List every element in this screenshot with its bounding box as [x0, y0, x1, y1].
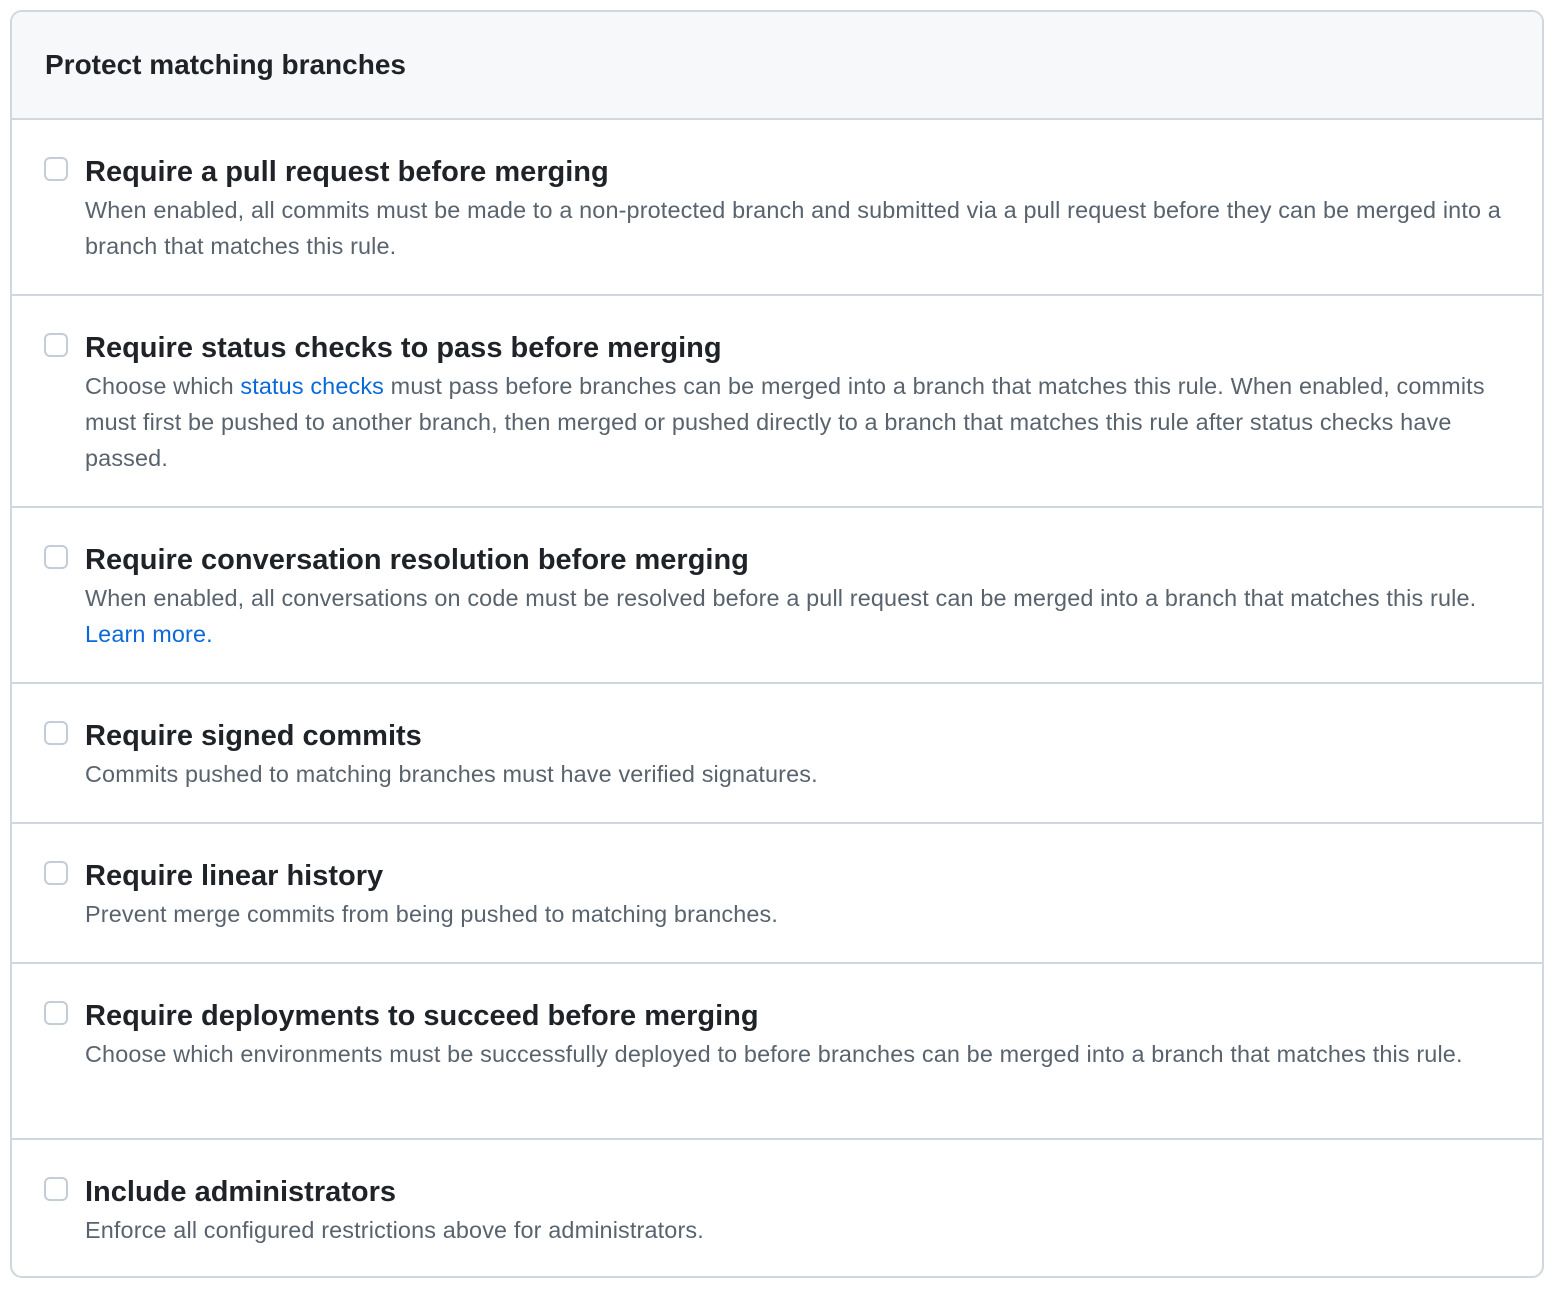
rule-description: Choose which environments must be succes…: [85, 1041, 1463, 1067]
require-linear-history-checkbox[interactable]: [44, 861, 68, 885]
rule-description: Commits pushed to matching branches must…: [85, 761, 818, 787]
rule-body: Require deployments to succeed before me…: [85, 998, 1502, 1072]
rule-require-linear-history: Require linear history Prevent merge com…: [12, 824, 1542, 964]
rule-body: Require linear history Prevent merge com…: [85, 858, 1502, 932]
rule-title: Require status checks to pass before mer…: [85, 332, 722, 364]
rule-description: When enabled, all commits must be made t…: [85, 197, 1501, 259]
rule-body: Require status checks to pass before mer…: [85, 330, 1502, 476]
status-checks-link[interactable]: status checks: [240, 373, 384, 399]
require-deployments-checkbox[interactable]: [44, 1001, 68, 1025]
rule-description: Enforce all configured restrictions abov…: [85, 1217, 704, 1243]
description-text: When enabled, all conversations on code …: [85, 585, 1477, 611]
rule-title: Require conversation resolution before m…: [85, 544, 749, 576]
rule-description: Prevent merge commits from being pushed …: [85, 901, 779, 927]
require-status-checks-checkbox[interactable]: [44, 333, 68, 357]
rule-require-status-checks: Require status checks to pass before mer…: [12, 296, 1542, 508]
learn-more-link[interactable]: Learn more.: [85, 621, 213, 647]
protect-branches-panel: Protect matching branches Require a pull…: [10, 10, 1544, 1278]
rule-title: Require deployments to succeed before me…: [85, 1000, 759, 1032]
rule-require-pull-request: Require a pull request before merging Wh…: [12, 120, 1542, 296]
rule-title: Require signed commits: [85, 720, 422, 752]
panel-title: Protect matching branches: [45, 49, 406, 80]
panel-header: Protect matching branches: [12, 12, 1542, 120]
require-conversation-resolution-checkbox[interactable]: [44, 545, 68, 569]
rule-include-administrators: Include administrators Enforce all confi…: [12, 1140, 1542, 1276]
rule-body: Include administrators Enforce all confi…: [85, 1174, 1502, 1248]
rule-body: Require signed commits Commits pushed to…: [85, 718, 1502, 792]
rule-description: When enabled, all conversations on code …: [85, 580, 1502, 652]
rule-require-deployments: Require deployments to succeed before me…: [12, 964, 1542, 1140]
require-signed-commits-checkbox[interactable]: [44, 721, 68, 745]
description-text: Choose which: [85, 373, 241, 399]
rule-title: Require linear history: [85, 860, 384, 892]
rule-description: Choose which status checks must pass bef…: [85, 368, 1502, 476]
rule-title: Require a pull request before merging: [85, 156, 609, 188]
rule-body: Require a pull request before merging Wh…: [85, 154, 1502, 264]
rule-title: Include administrators: [85, 1176, 397, 1208]
rule-require-conversation-resolution: Require conversation resolution before m…: [12, 508, 1542, 684]
include-administrators-checkbox[interactable]: [44, 1177, 68, 1201]
rule-require-signed-commits: Require signed commits Commits pushed to…: [12, 684, 1542, 824]
rule-body: Require conversation resolution before m…: [85, 542, 1502, 652]
require-pull-request-checkbox[interactable]: [44, 157, 68, 181]
